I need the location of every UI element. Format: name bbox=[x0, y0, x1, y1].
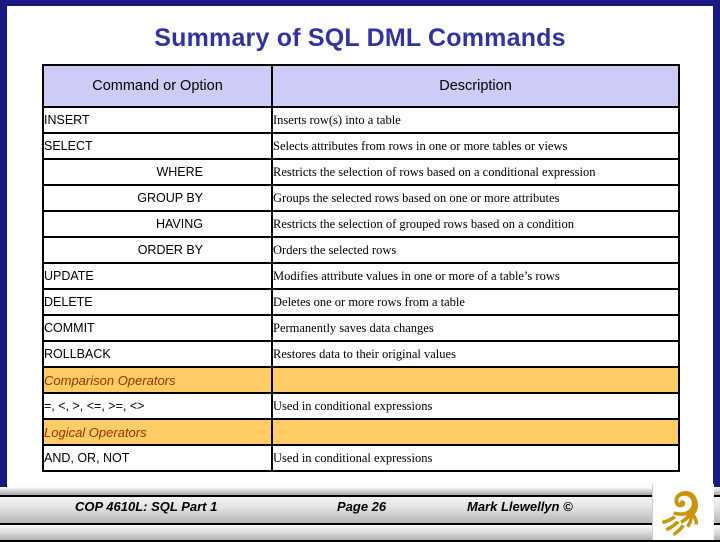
cell-description: Modifies attribute values in one or more… bbox=[271, 262, 680, 290]
table-row: UPDATE Modifies attribute values in one o… bbox=[42, 262, 680, 290]
summary-table-wrapper: Command or Option Description INSERT Inse… bbox=[42, 64, 680, 472]
cell-description: Orders the selected rows bbox=[271, 236, 680, 264]
table-row: Logical Operators bbox=[42, 418, 680, 446]
table-row: COMMIT Permanently saves data changes bbox=[42, 314, 680, 342]
cell-command: INSERT bbox=[42, 106, 273, 134]
cell-description: Restricts the selection of grouped rows … bbox=[271, 210, 680, 238]
footer-page-number: Page 26 bbox=[337, 499, 387, 514]
table-row: ROLLBACK Restores data to their original … bbox=[42, 340, 680, 368]
table-row: GROUP BY Groups the selected rows based o… bbox=[42, 184, 680, 212]
slide-border-left bbox=[0, 0, 7, 487]
footer-course-label: COP 4610L: SQL Part 1 bbox=[75, 499, 218, 514]
cell-command: DELETE bbox=[42, 288, 273, 316]
table-row: HAVING Restricts the selection of grouped… bbox=[42, 210, 680, 238]
table-row: SELECT Selects attributes from rows in on… bbox=[42, 132, 680, 160]
cell-command: Comparison Operators bbox=[42, 366, 273, 394]
slide-border-top bbox=[0, 0, 720, 6]
cell-command: UPDATE bbox=[42, 262, 273, 290]
cell-command: AND, OR, NOT bbox=[42, 444, 273, 472]
slide-border-right bbox=[713, 0, 720, 540]
cell-command: ROLLBACK bbox=[42, 340, 273, 368]
cell-description: Restricts the selection of rows based on… bbox=[271, 158, 680, 186]
cell-description: Groups the selected rows based on one or… bbox=[271, 184, 680, 212]
footer-band-bottom bbox=[0, 525, 720, 540]
column-header-command: Command or Option bbox=[42, 64, 273, 108]
cell-command: HAVING bbox=[42, 210, 273, 238]
table-row: =, <, >, <=, >=, <> Used in conditional e… bbox=[42, 392, 680, 420]
cell-description bbox=[271, 418, 680, 446]
cell-command: ORDER BY bbox=[42, 236, 273, 264]
footer-band-top bbox=[0, 487, 720, 495]
footer-author-label: Mark Llewellyn © bbox=[467, 499, 573, 514]
cell-command: WHERE bbox=[42, 158, 273, 186]
cell-command: COMMIT bbox=[42, 314, 273, 342]
cell-description: Inserts row(s) into a table bbox=[271, 106, 680, 134]
cell-description: Deletes one or more rows from a table bbox=[271, 288, 680, 316]
cell-description bbox=[271, 366, 680, 394]
cell-description: Selects attributes from rows in one or m… bbox=[271, 132, 680, 160]
cell-description: Used in conditional expressions bbox=[271, 392, 680, 420]
table-row: AND, OR, NOT Used in conditional expressi… bbox=[42, 444, 680, 472]
table-row: INSERT Inserts row(s) into a table bbox=[42, 106, 680, 134]
cell-description: Restores data to their original values bbox=[271, 340, 680, 368]
table-row: ORDER BY Orders the selected rows bbox=[42, 236, 680, 264]
column-header-description: Description bbox=[271, 64, 680, 108]
table-row: DELETE Deletes one or more rows from a ta… bbox=[42, 288, 680, 316]
table-row: Comparison Operators bbox=[42, 366, 680, 394]
cell-command: GROUP BY bbox=[42, 184, 273, 212]
table-header-row: Command or Option Description bbox=[42, 64, 680, 108]
table-body: INSERT Inserts row(s) into a table SELECT S… bbox=[42, 106, 680, 472]
slide-footer: COP 4610L: SQL Part 1 Page 26 Mark Llewe… bbox=[0, 487, 720, 542]
page-title: Summary of SQL DML Commands bbox=[154, 24, 566, 52]
summary-table: Command or Option Description INSERT Inse… bbox=[42, 64, 680, 472]
table-row: WHERE Restricts the selection of rows bas… bbox=[42, 158, 680, 186]
cell-command: SELECT bbox=[42, 132, 273, 160]
cell-description: Permanently saves data changes bbox=[271, 314, 680, 342]
cell-description: Used in conditional expressions bbox=[271, 444, 680, 472]
pegasus-logo bbox=[652, 484, 714, 540]
cell-command: =, <, >, <=, >=, <> bbox=[42, 392, 273, 420]
cell-command: Logical Operators bbox=[42, 418, 273, 446]
slide: Summary of SQL DML Commands Command or O… bbox=[0, 0, 720, 542]
